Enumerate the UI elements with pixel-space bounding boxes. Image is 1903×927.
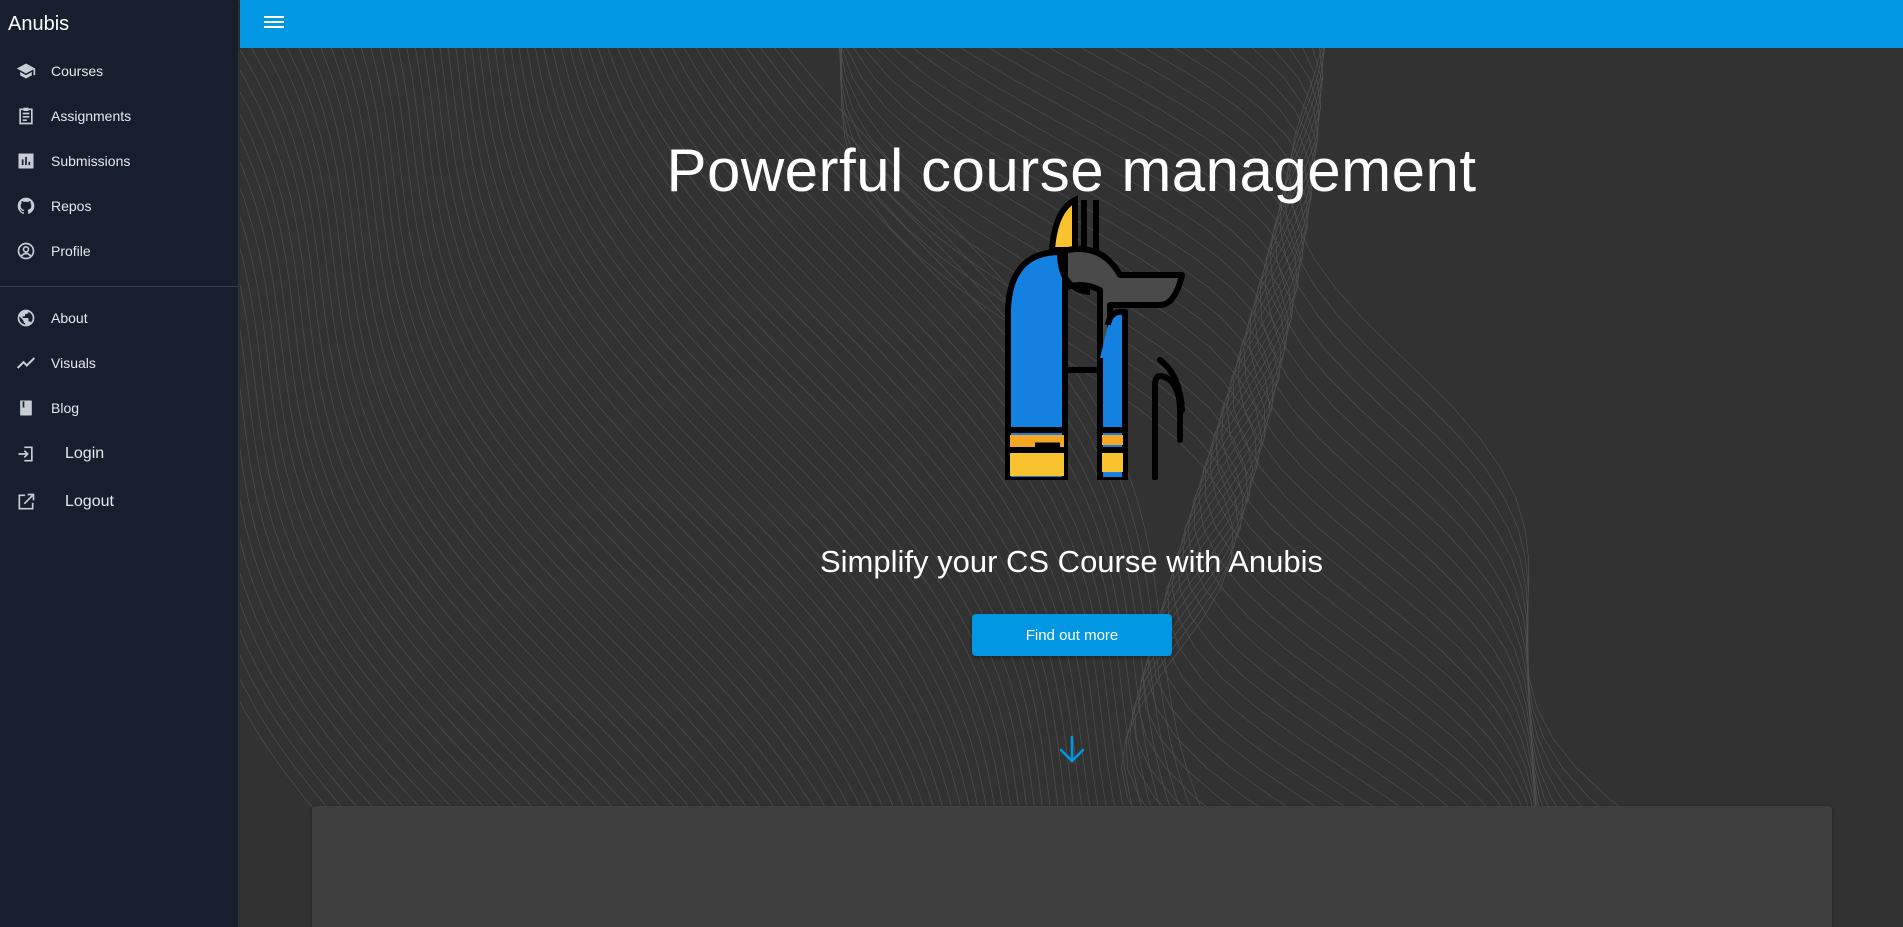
- bar-chart-icon: [16, 151, 36, 171]
- sidebar-item-label: Repos: [51, 197, 92, 214]
- sidebar-item-profile[interactable]: Profile: [0, 228, 238, 273]
- sidebar-item-label: Login: [65, 445, 105, 462]
- sidebar-item-courses[interactable]: Courses: [0, 48, 238, 93]
- assignment-icon: [16, 106, 36, 126]
- primary-nav: Courses Assignments Submissions Repos Pr…: [0, 48, 238, 273]
- sidebar-item-repos[interactable]: Repos: [0, 183, 238, 228]
- sidebar-item-about[interactable]: About: [0, 295, 238, 340]
- secondary-nav: About Visuals Blog Login Logout: [0, 295, 238, 526]
- sidebar-item-label: Logout: [65, 493, 114, 510]
- sidebar-item-logout[interactable]: Logout: [0, 478, 238, 526]
- sidebar-item-label: Blog: [51, 399, 80, 416]
- sidebar-item-label: Assignments: [51, 107, 132, 124]
- sidebar-item-assignments[interactable]: Assignments: [0, 93, 238, 138]
- sidebar-item-label: About: [51, 309, 88, 326]
- content-card: [312, 806, 1832, 927]
- app-bar: [240, 0, 1903, 48]
- app-title: Anubis: [8, 13, 70, 35]
- sidebar-item-visuals[interactable]: Visuals: [0, 340, 238, 385]
- sidebar-item-submissions[interactable]: Submissions: [0, 138, 238, 183]
- anubis-logo: [1005, 195, 1185, 480]
- arrow-down-icon[interactable]: [1055, 732, 1089, 766]
- find-out-more-button[interactable]: Find out more: [972, 614, 1172, 656]
- hero-title: Powerful course management: [666, 137, 1477, 204]
- sidebar: Anubis Courses Assignments Submissions R…: [0, 0, 239, 927]
- account-circle-icon: [16, 241, 36, 261]
- open-external-icon: [16, 492, 36, 512]
- sidebar-item-label: Submissions: [51, 152, 131, 169]
- globe-icon: [16, 308, 36, 328]
- sidebar-item-blog[interactable]: Blog: [0, 385, 238, 430]
- hamburger-menu-icon: [264, 14, 284, 35]
- github-icon: [16, 196, 36, 216]
- school-icon: [16, 61, 36, 81]
- sidebar-item-label: Profile: [51, 242, 91, 259]
- menu-button[interactable]: [262, 12, 286, 36]
- sidebar-item-login[interactable]: Login: [0, 430, 238, 478]
- hero-subtitle: Simplify your CS Course with Anubis: [819, 544, 1324, 579]
- book-icon: [16, 398, 36, 418]
- trending-line-icon: [16, 353, 36, 373]
- sidebar-item-label: Courses: [51, 62, 104, 79]
- sidebar-divider: [0, 286, 238, 287]
- login-icon: [16, 444, 36, 464]
- sidebar-item-label: Visuals: [51, 354, 96, 371]
- main-content: Powerful course management Simplify your…: [240, 48, 1903, 927]
